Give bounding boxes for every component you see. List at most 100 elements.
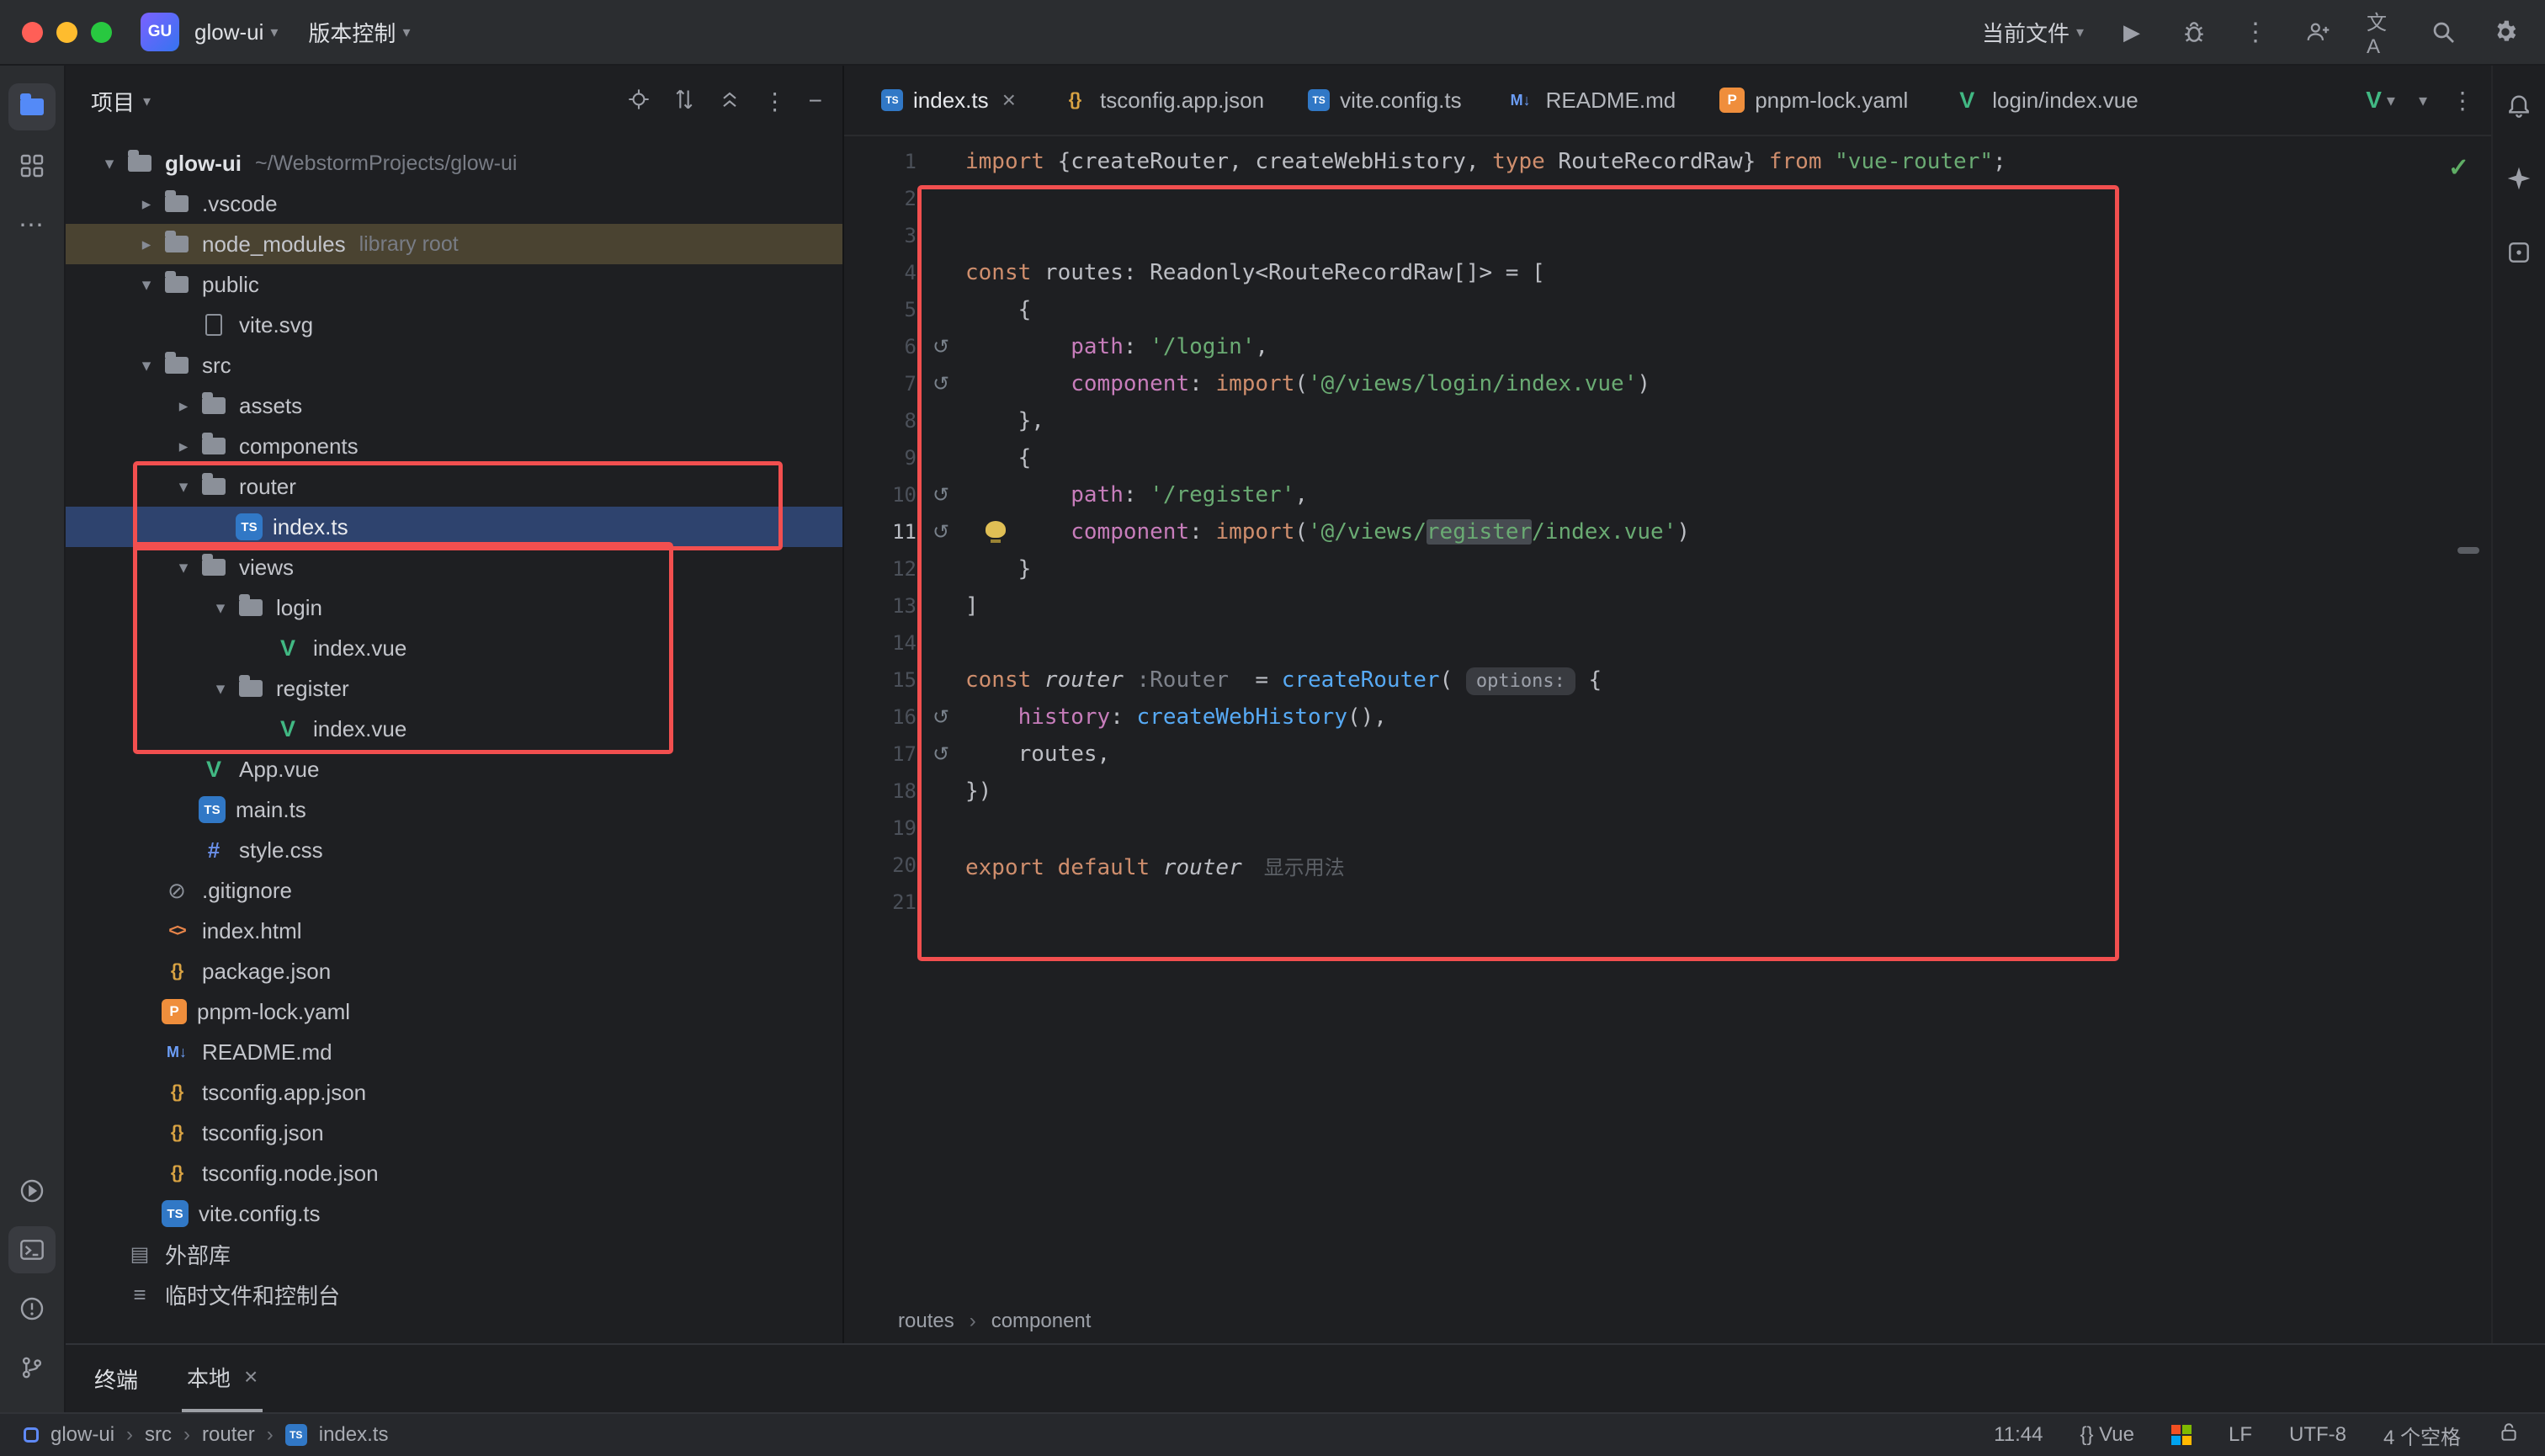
problems-toolwindow-icon[interactable] bbox=[8, 1285, 56, 1332]
tree-item[interactable]: TSvite.config.ts bbox=[66, 1193, 842, 1234]
code-line[interactable]: 16↺ history: createWebHistory(), bbox=[844, 699, 2491, 736]
tree-item[interactable]: {}tsconfig.json bbox=[66, 1113, 842, 1153]
code-line[interactable]: 12 } bbox=[844, 550, 2491, 587]
tree-item[interactable]: {}tsconfig.app.json bbox=[66, 1072, 842, 1113]
tree-item[interactable]: Ppnpm-lock.yaml bbox=[66, 991, 842, 1032]
tree-item[interactable]: ▾public bbox=[66, 264, 842, 305]
more-toolwindows-icon[interactable]: ⋯ bbox=[8, 201, 56, 248]
code-line[interactable]: 3 bbox=[844, 217, 2491, 254]
gutter-change-icon[interactable]: ↺ bbox=[917, 705, 965, 729]
tree-item[interactable]: vite.svg bbox=[66, 305, 842, 345]
vcs-menu[interactable]: 版本控制▾ bbox=[308, 17, 410, 48]
code-line[interactable]: 1import {createRouter, createWebHistory,… bbox=[844, 143, 2491, 180]
status-breadcrumb-item[interactable]: glow-ui bbox=[50, 1423, 114, 1447]
git-branch-icon[interactable] bbox=[8, 1344, 56, 1391]
chevron-expanded-icon[interactable]: ▾ bbox=[168, 557, 199, 578]
tree-item[interactable]: ▸components bbox=[66, 426, 842, 466]
structure-toolwindow-icon[interactable] bbox=[8, 142, 56, 189]
terminal-toolwindow-icon[interactable] bbox=[8, 1226, 56, 1273]
translate-icon[interactable]: 文A bbox=[2367, 18, 2395, 46]
chevron-collapsed-icon[interactable]: ▸ bbox=[168, 436, 199, 457]
ai-assistant-icon[interactable] bbox=[2500, 160, 2537, 197]
status-breadcrumb[interactable]: glow-ui›src›router›TSindex.ts bbox=[24, 1423, 388, 1447]
gutter-change-icon[interactable]: ↺ bbox=[917, 520, 965, 544]
search-icon[interactable] bbox=[2429, 18, 2457, 46]
code-with-me-icon[interactable] bbox=[2304, 18, 2333, 46]
settings-gear-icon[interactable] bbox=[2491, 18, 2520, 46]
tree-item[interactable]: Vindex.vue bbox=[66, 628, 842, 668]
tree-item[interactable]: Vindex.vue bbox=[66, 709, 842, 749]
tree-item[interactable]: ▾views bbox=[66, 547, 842, 587]
code-line[interactable]: 6↺ path: '/login', bbox=[844, 328, 2491, 365]
expand-all-icon[interactable] bbox=[672, 88, 696, 115]
indent-widget[interactable]: 4 个空格 bbox=[2383, 1421, 2461, 1450]
gutter-change-icon[interactable]: ↺ bbox=[917, 335, 965, 359]
lock-icon[interactable] bbox=[2498, 1421, 2520, 1449]
tree-item[interactable]: {}package.json bbox=[66, 951, 842, 991]
cursor-position[interactable]: 11:44 bbox=[1994, 1423, 2043, 1447]
tree-item[interactable]: ▸node_moduleslibrary root bbox=[66, 224, 842, 264]
code-line[interactable]: 18}) bbox=[844, 773, 2491, 810]
status-breadcrumb-item[interactable]: index.ts bbox=[319, 1423, 389, 1447]
breadcrumb-item[interactable]: routes bbox=[898, 1310, 954, 1333]
chevron-expanded-icon[interactable]: ▾ bbox=[168, 476, 199, 497]
tree-item[interactable]: ▸assets bbox=[66, 385, 842, 426]
tree-item[interactable]: VApp.vue bbox=[66, 749, 842, 789]
code-line[interactable]: 2 bbox=[844, 180, 2491, 217]
gutter-change-icon[interactable]: ↺ bbox=[917, 372, 965, 396]
close-tab-icon[interactable]: × bbox=[1002, 87, 1016, 114]
tree-item[interactable]: ▾register bbox=[66, 668, 842, 709]
tree-item[interactable]: {}tsconfig.node.json bbox=[66, 1153, 842, 1193]
collapse-all-icon[interactable] bbox=[718, 88, 741, 115]
hidden-tabs-chevron-icon[interactable]: ▾ bbox=[2419, 90, 2427, 111]
project-toolwindow-icon[interactable] bbox=[8, 83, 56, 130]
code-line[interactable]: 20export default router显示用法 bbox=[844, 847, 2491, 884]
code-line[interactable]: 19 bbox=[844, 810, 2491, 847]
hide-panel-icon[interactable]: − bbox=[809, 88, 822, 114]
code-line[interactable]: 4const routes: Readonly<RouteRecordRaw[]… bbox=[844, 254, 2491, 291]
tree-item[interactable]: #style.css bbox=[66, 830, 842, 870]
inspections-ok-icon[interactable]: ✓ bbox=[2448, 153, 2469, 183]
encoding-widget[interactable]: UTF-8 bbox=[2289, 1423, 2346, 1447]
close-terminal-tab-icon[interactable]: × bbox=[244, 1363, 258, 1390]
tree-item[interactable]: ⊘.gitignore bbox=[66, 870, 842, 911]
code-line[interactable]: 9 { bbox=[844, 439, 2491, 476]
tree-item[interactable]: ▾router bbox=[66, 466, 842, 507]
tree-item[interactable]: ▾src bbox=[66, 345, 842, 385]
editor-tab[interactable]: {}tsconfig.app.json bbox=[1038, 66, 1286, 135]
line-ending-widget[interactable]: LF bbox=[2229, 1423, 2252, 1447]
tree-item[interactable]: M↓README.md bbox=[66, 1032, 842, 1072]
code-line[interactable]: 21 bbox=[844, 884, 2491, 921]
minimize-window-button[interactable] bbox=[56, 22, 77, 43]
filetype-widget[interactable]: {} Vue bbox=[2080, 1423, 2134, 1447]
code-line[interactable]: 17↺ routes, bbox=[844, 736, 2491, 773]
code-line[interactable]: 5 { bbox=[844, 291, 2491, 328]
chevron-collapsed-icon[interactable]: ▸ bbox=[131, 194, 162, 215]
code-line[interactable]: 11↺ component: import('@/views/register/… bbox=[844, 513, 2491, 550]
code-line[interactable]: 15const router :Router = createRouter( o… bbox=[844, 662, 2491, 699]
code-line[interactable]: 13] bbox=[844, 587, 2491, 624]
tree-item[interactable]: ≡临时文件和控制台 bbox=[66, 1274, 842, 1315]
tree-item[interactable]: ▾login bbox=[66, 587, 842, 628]
status-breadcrumb-item[interactable]: src bbox=[145, 1423, 172, 1447]
breadcrumb-item[interactable]: component bbox=[991, 1310, 1092, 1333]
run-toolwindow-icon[interactable] bbox=[8, 1167, 56, 1214]
status-breadcrumb-item[interactable]: router bbox=[202, 1423, 255, 1447]
more-actions-icon[interactable]: ⋮ bbox=[2242, 18, 2271, 46]
gutter-change-icon[interactable]: ↺ bbox=[917, 742, 965, 766]
chevron-expanded-icon[interactable]: ▾ bbox=[205, 598, 236, 619]
tree-item[interactable]: TSindex.ts bbox=[66, 507, 842, 547]
vue-run-dropdown[interactable]: V ▾ bbox=[2366, 87, 2395, 114]
code-line[interactable]: 7↺ component: import('@/views/login/inde… bbox=[844, 365, 2491, 402]
code-line[interactable]: 10↺ path: '/register', bbox=[844, 476, 2491, 513]
close-window-button[interactable] bbox=[22, 22, 43, 43]
project-panel-title[interactable]: 项目▾ bbox=[91, 86, 151, 117]
terminal-panel-title[interactable]: 终端 bbox=[94, 1363, 138, 1395]
project-menu[interactable]: glow-ui▾ bbox=[194, 19, 278, 45]
chevron-expanded-icon[interactable]: ▾ bbox=[131, 355, 162, 376]
chevron-collapsed-icon[interactable]: ▸ bbox=[131, 234, 162, 255]
scrollbar-marker[interactable] bbox=[2457, 547, 2479, 554]
code-line[interactable]: 14 bbox=[844, 624, 2491, 662]
typescript-service-icon[interactable] bbox=[2171, 1425, 2192, 1445]
zoom-window-button[interactable] bbox=[91, 22, 112, 43]
